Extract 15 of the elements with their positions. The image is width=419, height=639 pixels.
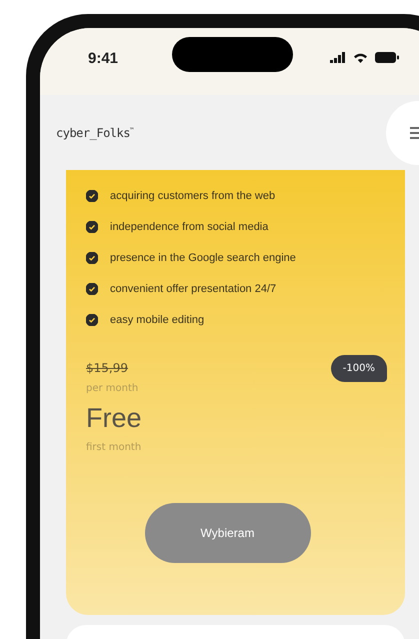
feature-text: independence from social media: [110, 220, 268, 232]
discount-badge: -100%: [330, 355, 387, 382]
price-period: first month: [86, 442, 142, 453]
battery-icon: [375, 52, 399, 63]
feature-text: easy mobile editing: [110, 314, 204, 326]
feature-text: presence in the Google search engine: [110, 252, 296, 264]
logo[interactable]: cyber_Folks$^{™}$: [56, 126, 134, 140]
feature-text: convenient offer presentation 24/7: [110, 282, 276, 294]
status-time: 9:41: [88, 50, 118, 67]
price-period: per month: [86, 383, 140, 394]
signal-icon: [330, 52, 346, 63]
price: Free: [86, 403, 142, 434]
wifi-icon: [353, 52, 368, 63]
feature-text: acquiring customers from the web: [110, 190, 276, 202]
old-price: $15,99: [86, 361, 129, 375]
